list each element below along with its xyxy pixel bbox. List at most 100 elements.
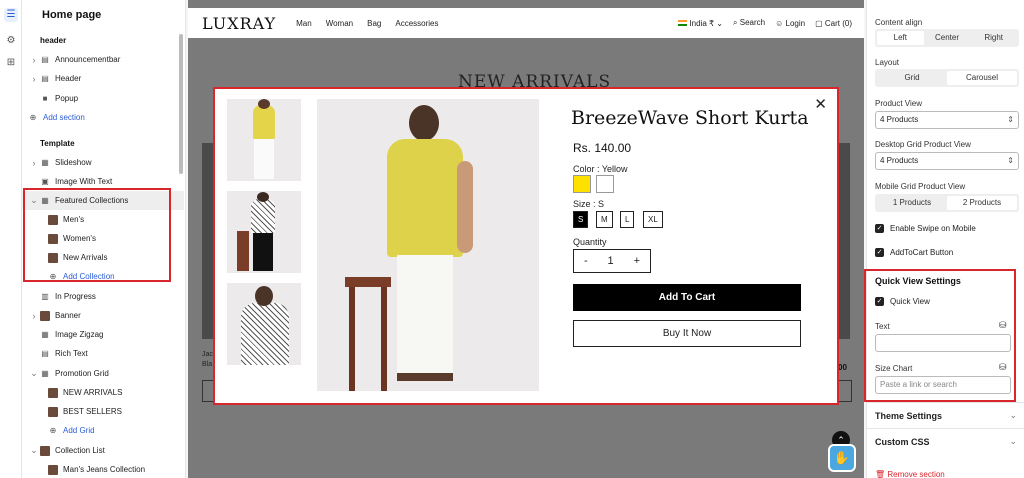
mobile-grid-label: Mobile Grid Product View (875, 182, 966, 191)
enable-swipe-checkbox[interactable]: ✓ Enable Swipe on Mobile (875, 224, 976, 233)
tree-item-header[interactable]: header (22, 31, 184, 50)
gear-icon[interactable]: ⚙ (4, 34, 18, 48)
tree-item-popup[interactable]: ■ Popup (22, 89, 184, 108)
thumbnail-2[interactable] (227, 191, 301, 273)
highlight-quick-view-settings (864, 269, 1016, 402)
chevron-right-icon[interactable]: › (28, 74, 40, 84)
qty-increment-button[interactable]: + (634, 255, 640, 267)
remove-section-button[interactable]: 🗑 Remove section (875, 470, 945, 478)
qty-decrement-button[interactable]: - (584, 255, 588, 267)
chevron-right-icon[interactable]: › (28, 158, 40, 168)
color-swatch-white[interactable] (596, 175, 614, 193)
thumbnail-1[interactable] (227, 99, 301, 181)
apps-icon[interactable]: ⊞ (4, 56, 18, 70)
cart-link[interactable]: ▢ Cart (0) (815, 19, 852, 28)
size-option-m[interactable]: M (596, 211, 613, 228)
model-head (258, 99, 270, 109)
align-left-option[interactable]: Left (877, 31, 924, 45)
layout-carousel-option[interactable]: Carousel (947, 71, 1017, 85)
nav-link-man[interactable]: Man (296, 19, 312, 28)
tree-item-add-section[interactable]: ⊕ Add section (22, 108, 184, 127)
login-link[interactable]: ☺ Login (775, 19, 805, 28)
tree-item-new-arrivals[interactable]: NEW ARRIVALS (22, 383, 184, 402)
model-arm (457, 161, 473, 253)
chevron-down-icon[interactable]: ⌄ (28, 445, 40, 456)
stool (381, 287, 387, 391)
highlight-featured-collections (23, 188, 171, 282)
tree-item-label: Add section (43, 113, 85, 122)
tree-item-label: NEW ARRIVALS (63, 388, 123, 397)
user-icon: ☺ (775, 18, 784, 28)
mobile-grid-1-option[interactable]: 1 Products (877, 196, 947, 210)
add-to-cart-button[interactable]: Add To Cart (573, 284, 801, 311)
content-align-toggle: Left Center Right (875, 29, 1019, 47)
chevron-right-icon[interactable]: › (28, 55, 40, 65)
section-icon: ▤ (41, 73, 49, 83)
size-option-s[interactable]: S (573, 211, 589, 228)
content-align-label: Content align (875, 18, 923, 27)
product-price: Rs. 140.00 (573, 141, 632, 155)
tree-item-best-sellers[interactable]: BEST SELLERS (22, 402, 184, 421)
align-right-option[interactable]: Right (970, 31, 1017, 45)
custom-css-label: Custom CSS (875, 436, 930, 447)
checkmark-icon: ✓ (875, 224, 884, 233)
tree-item-add-grid[interactable]: ⊕ Add Grid (22, 421, 184, 440)
tree-item-label: BEST SELLERS (63, 407, 122, 416)
tree-item-image-zigzag[interactable]: ▦ Image Zigzag (22, 325, 184, 344)
product-view-select[interactable]: 4 Products ⇕ (875, 111, 1019, 129)
close-icon[interactable]: ✕ (814, 95, 827, 113)
app-badge-icon[interactable]: ✋ (828, 444, 856, 472)
search-link[interactable]: ⌕ Search (733, 18, 765, 28)
nav-link-woman[interactable]: Woman (326, 19, 353, 28)
buy-now-button[interactable]: Buy It Now (573, 320, 801, 347)
nav-link-accessories[interactable]: Accessories (395, 19, 438, 28)
tree-item-banner[interactable]: › Banner (22, 306, 184, 325)
tree-item-header[interactable]: › ▤ Header (22, 69, 184, 88)
model-figure (241, 303, 289, 365)
layout-label: Layout (875, 58, 900, 67)
custom-css-accordion[interactable]: Custom CSS ⌄ (867, 428, 1024, 454)
stool (237, 231, 249, 271)
tree-item-label: Rich Text (55, 349, 88, 358)
tree-item-label: Add Grid (63, 426, 95, 435)
section-icon: ▦ (41, 329, 49, 339)
tree-item-slideshow[interactable]: › ▦ Slideshow (22, 153, 184, 172)
model-legs (397, 255, 453, 375)
section-icon: ▥ (41, 291, 49, 301)
tree-item-rich-text[interactable]: ▤ Rich Text (22, 344, 184, 363)
tree-item-label: Image With Text (55, 177, 113, 186)
tree-item-template[interactable]: Template (22, 134, 184, 153)
tree-item-announcementbar[interactable]: › ▤ Announcementbar (22, 50, 184, 69)
tree-item-promotion-grid[interactable]: ⌄ ▦ Promotion Grid (22, 364, 184, 383)
page-title: Home page (42, 9, 102, 21)
chevron-updown-icon: ⇕ (1007, 115, 1014, 124)
layout-grid-option[interactable]: Grid (877, 71, 947, 85)
tree-item-collection-list[interactable]: ⌄ Collection List (22, 441, 184, 460)
sections-icon[interactable]: ☰ (4, 8, 18, 22)
size-option-l[interactable]: L (620, 211, 635, 228)
color-swatch-yellow[interactable] (573, 175, 591, 193)
desktop-grid-select[interactable]: 4 Products ⇕ (875, 152, 1019, 170)
store-header: LUXRAY Man Woman Bag Accessories India ₹… (188, 8, 864, 38)
add-to-cart-checkbox[interactable]: ✓ AddToCart Button (875, 248, 953, 257)
thumbnail-3[interactable] (227, 283, 301, 365)
mobile-grid-2-option[interactable]: 2 Products (947, 196, 1017, 210)
product-title: BreezeWave Short Kurta (571, 107, 809, 129)
tree-item-label: Template (40, 139, 75, 148)
size-option-xl[interactable]: XL (643, 211, 663, 228)
chevron-down-icon[interactable]: ⌄ (28, 368, 40, 379)
locale-selector[interactable]: India ₹ ⌄ (678, 19, 723, 28)
tree-item-in-progress[interactable]: ▥ In Progress (22, 287, 184, 306)
add-icon: ⊕ (29, 112, 37, 122)
align-center-option[interactable]: Center (924, 31, 971, 45)
product-view-label: Product View (875, 99, 922, 108)
theme-settings-accordion[interactable]: Theme Settings ⌄ (867, 402, 1024, 428)
tree-item-man-s-jeans-collection[interactable]: Man's Jeans Collection (22, 460, 184, 478)
chevron-right-icon[interactable]: › (28, 311, 40, 321)
tree-item-label: Header (55, 74, 82, 83)
desktop-grid-label: Desktop Grid Product View (875, 140, 971, 149)
section-icon: ▣ (41, 176, 49, 186)
store-logo[interactable]: LUXRAY (202, 14, 276, 33)
nav-link-bag[interactable]: Bag (367, 19, 381, 28)
qty-value[interactable]: 1 (608, 255, 614, 267)
